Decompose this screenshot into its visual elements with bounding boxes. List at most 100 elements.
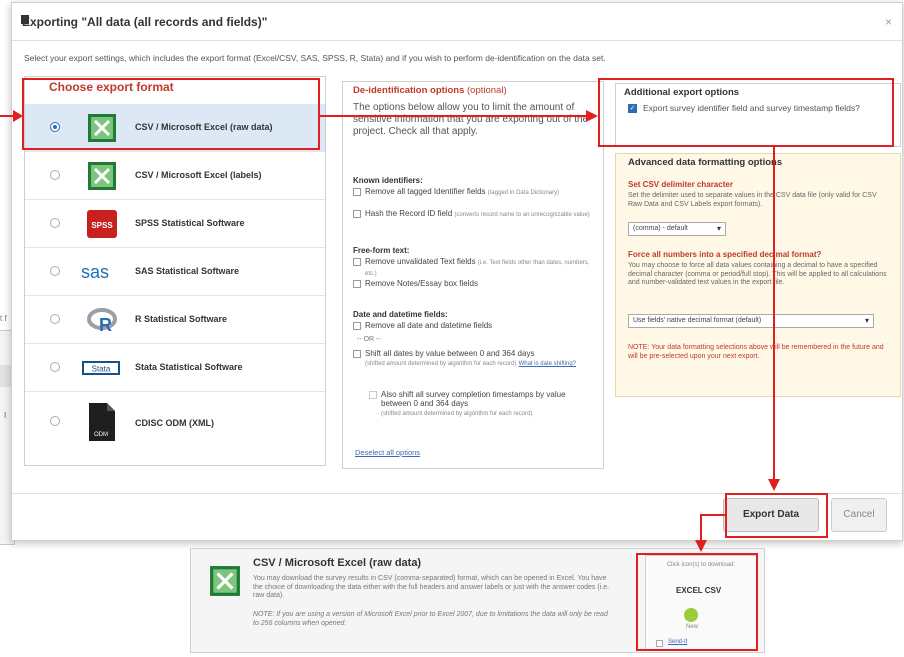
- hash-record-id-text: Hash the Record ID field: [365, 209, 453, 218]
- download-box: Click icon(s) to download: EXCEL CSV New…: [645, 555, 757, 651]
- advanced-formatting-title: Advanced data formatting options: [628, 157, 783, 168]
- delimiter-select[interactable]: (comma) - default ▾: [628, 222, 726, 236]
- excel-icon: [88, 114, 116, 142]
- arrow-head-icon: [768, 479, 780, 491]
- format-label: CSV / Microsoft Excel (raw data): [135, 122, 273, 132]
- odm-file-icon: ODM: [89, 403, 115, 441]
- chevron-down-icon: ▾: [716, 224, 721, 233]
- radio-csv-raw[interactable]: [50, 122, 60, 132]
- export-survey-fields-checkbox[interactable]: ✓: [628, 104, 637, 113]
- arrow-head-icon: [13, 110, 23, 122]
- send-it-link[interactable]: Send-It: [668, 639, 687, 645]
- format-option-csv-raw[interactable]: CSV / Microsoft Excel (raw data): [25, 104, 325, 152]
- download-hint: Click icon(s) to download:: [666, 562, 736, 568]
- spss-icon: SPSS: [87, 210, 117, 238]
- format-label: CDISC ODM (XML): [135, 418, 214, 428]
- date-shifting-help-link[interactable]: What is date shifting?: [519, 361, 576, 367]
- delimiter-heading: Set CSV delimiter character: [628, 180, 733, 189]
- result-title: CSV / Microsoft Excel (raw data): [253, 557, 422, 569]
- screenshot: t f I Exporting "All data (all records a…: [0, 0, 904, 657]
- send-it-checkbox[interactable]: [656, 640, 663, 647]
- decimal-heading: Force all numbers into a specified decim…: [628, 250, 822, 259]
- delimiter-text: Set the delimiter used to separate value…: [628, 192, 877, 208]
- export-result-panel: CSV / Microsoft Excel (raw data) You may…: [190, 548, 765, 653]
- dialog-title: Exporting "All data (all records and fie…: [22, 15, 268, 29]
- shift-timestamps-note: (shifted amount determined by algorithm …: [381, 411, 533, 417]
- odm-logo-text: ODM: [94, 432, 108, 438]
- date-fields-heading: Date and datetime fields:: [353, 310, 448, 319]
- format-label: SPSS Statistical Software: [135, 218, 245, 228]
- deid-title: De-identification options (optional): [353, 85, 507, 96]
- export-format-legend: Choose export format: [45, 80, 178, 94]
- export-survey-fields-label: Export survey identifier field and surve…: [643, 103, 860, 113]
- free-form-heading: Free-form text:: [353, 246, 410, 255]
- export-format-panel: Choose export format CSV / Microsoft Exc…: [24, 76, 326, 466]
- radio-sas[interactable]: [50, 266, 60, 276]
- radio-stata[interactable]: [50, 362, 60, 372]
- remove-text-fields-checkbox[interactable]: [353, 258, 361, 266]
- arrow-line-export: [700, 514, 725, 516]
- arrow-head-icon: [586, 110, 598, 122]
- result-text: You may download the survey results in C…: [253, 575, 610, 599]
- background-row-label: I: [4, 411, 7, 420]
- shift-dates-note: (shifted amount determined by algorithm …: [365, 361, 517, 367]
- radio-csv-labels[interactable]: [50, 170, 60, 180]
- additional-options-title: Additional export options: [624, 87, 740, 98]
- shift-dates-text: Shift all dates by value between 0 and 3…: [365, 349, 535, 358]
- hash-record-id-checkbox[interactable]: [353, 210, 361, 218]
- export-data-button[interactable]: Export Data: [723, 498, 819, 532]
- arrow-head-icon: [695, 540, 707, 552]
- format-label: R Statistical Software: [135, 314, 228, 324]
- remove-identifiers-note: (tagged in Data Dictionary): [487, 190, 560, 196]
- radio-odm[interactable]: [50, 416, 60, 426]
- format-option-r[interactable]: R R Statistical Software: [25, 296, 325, 344]
- deid-optional: (optional): [467, 85, 507, 96]
- format-option-csv-labels[interactable]: CSV / Microsoft Excel (labels): [25, 152, 325, 200]
- shift-timestamps-checkbox[interactable]: [369, 391, 377, 399]
- format-label: CSV / Microsoft Excel (labels): [135, 170, 262, 180]
- decimal-select[interactable]: Use fields' native decimal format (defau…: [628, 314, 874, 328]
- remove-identifiers-label: Remove all tagged Identifier fields (tag…: [365, 187, 597, 198]
- deidentification-panel: De-identification options (optional) The…: [342, 81, 604, 469]
- dialog-header: Exporting "All data (all records and fie…: [12, 3, 902, 41]
- result-note: NOTE: If you are using a version of Micr…: [253, 611, 608, 627]
- arrow-line-export-down: [700, 514, 702, 542]
- format-option-spss[interactable]: SPSS SPSS Statistical Software: [25, 200, 325, 248]
- arrow-line-middle: [320, 115, 588, 117]
- spss-logo-text: SPSS: [91, 221, 113, 230]
- excel-icon: [88, 162, 116, 190]
- format-option-stata[interactable]: Stata Stata Statistical Software: [25, 344, 325, 392]
- shift-dates-label: Shift all dates by value between 0 and 3…: [365, 349, 597, 369]
- excel-icon: [210, 566, 240, 596]
- shift-timestamps-label: Also shift all survey completion timesta…: [381, 390, 595, 419]
- remove-notes-checkbox[interactable]: [353, 280, 361, 288]
- additional-options-panel: Additional export options ✓ Export surve…: [615, 83, 901, 147]
- dialog-description: Select your export settings, which inclu…: [24, 53, 606, 63]
- radio-spss[interactable]: [50, 218, 60, 228]
- export-icon: [21, 15, 29, 24]
- advanced-formatting-panel: Advanced data formatting options Set CSV…: [615, 153, 901, 397]
- hash-record-id-note: (converts record name to an unrecognizab…: [454, 212, 590, 218]
- close-icon[interactable]: ×: [885, 15, 892, 29]
- cancel-button[interactable]: Cancel: [831, 498, 887, 532]
- remove-dates-label: Remove all date and datetime fields: [365, 321, 493, 330]
- new-label: New: [686, 624, 699, 630]
- stata-logo-text: Stata: [92, 365, 111, 374]
- format-option-sas[interactable]: sas SAS Statistical Software: [25, 248, 325, 296]
- shift-timestamps-text: Also shift all survey completion timesta…: [381, 390, 566, 408]
- formatting-note: NOTE: Your data formatting selections ab…: [628, 344, 884, 360]
- decimal-text: You may choose to force all data values …: [628, 262, 887, 286]
- deid-intro: The options below allow you to limit the…: [353, 102, 589, 137]
- background-text: t f: [0, 314, 7, 323]
- shift-dates-checkbox[interactable]: [353, 350, 361, 358]
- hash-record-id-label: Hash the Record ID field (converts recor…: [365, 209, 597, 220]
- radio-r[interactable]: [50, 314, 60, 324]
- deselect-all-link[interactable]: Deselect all options: [355, 448, 420, 457]
- remove-dates-checkbox[interactable]: [353, 322, 361, 330]
- remove-identifiers-checkbox[interactable]: [353, 188, 361, 196]
- format-option-odm[interactable]: ODM CDISC ODM (XML): [25, 392, 325, 462]
- format-label: SAS Statistical Software: [135, 266, 240, 276]
- decimal-select-value: Use fields' native decimal format (defau…: [633, 317, 762, 324]
- csv-download-icon[interactable]: EXCEL CSV: [676, 586, 721, 595]
- format-label: Stata Statistical Software: [135, 362, 243, 372]
